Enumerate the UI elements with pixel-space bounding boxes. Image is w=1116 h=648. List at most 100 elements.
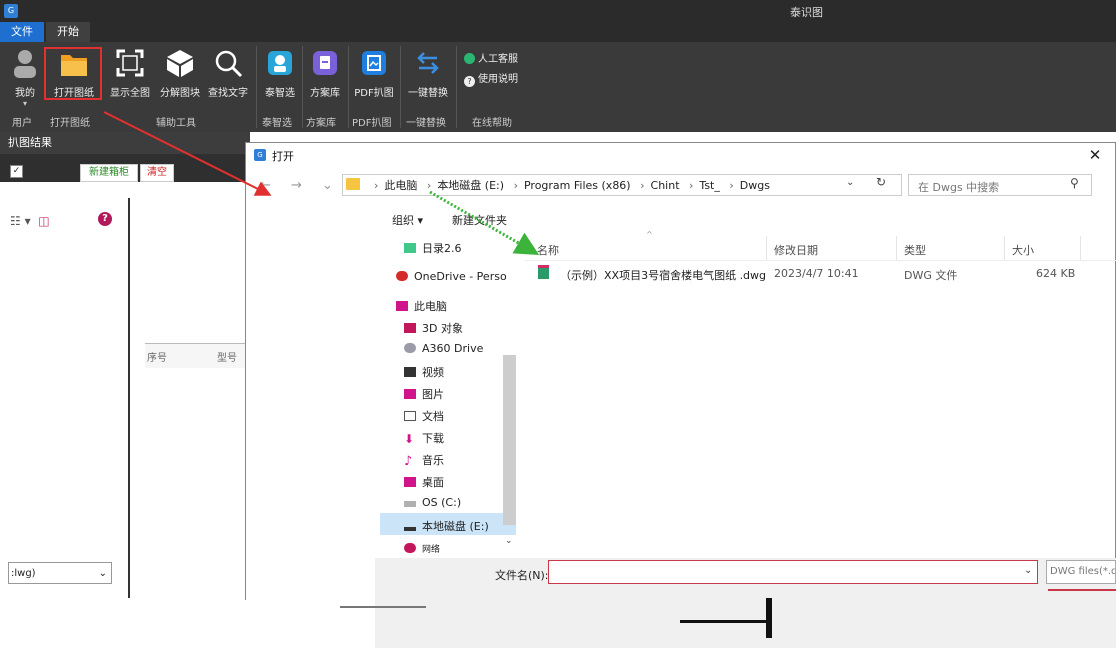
column-header-name[interactable]: 名称 [537,242,559,258]
dwg-file-icon [538,265,549,279]
nav-item-label: 本地磁盘 (E:) [422,520,489,533]
nav-item[interactable]: A360 Drive [404,342,483,355]
human-service-link[interactable]: 人工客服 [464,50,518,65]
nav-item[interactable]: 桌面 [404,474,444,490]
column-divider[interactable] [896,236,897,260]
breadcrumb-item[interactable]: Program Files (x86) [524,179,631,192]
breadcrumb[interactable]: › 此电脑 › 本地磁盘 (E:) › Program Files (x86) › Ch… [370,177,772,193]
nav-item-label: 网络 [422,545,441,555]
assistant-icon [265,48,295,78]
tai-zhixuan-label: 泰智选 [265,88,295,99]
help-icon[interactable]: ? [98,212,112,226]
select-all-checkbox[interactable]: ✓ [10,165,23,178]
nav-item[interactable]: 本地磁盘 (E:) [404,518,489,534]
nav-item[interactable]: 文档 [404,408,444,424]
ribbon-divider [348,46,349,128]
chevron-down-icon[interactable]: ⌄ [1024,565,1032,576]
cube-icon [404,323,416,333]
nav-item[interactable]: ⬇ 下载 [404,430,444,446]
group-label-user: 用户 [12,118,32,129]
nav-item[interactable]: 视频 [404,364,444,380]
group-label-aux-tools: 辅助工具 [156,118,196,129]
panel-layout-icon[interactable]: ◫ [38,214,49,228]
explode-block-button[interactable]: 分解图块 [156,48,204,118]
breadcrumb-item[interactable]: 本地磁盘 (E:) [437,179,504,192]
cube-icon [165,48,195,78]
new-cabinet-button[interactable]: 新建箱柜 [80,164,138,182]
drive-icon [404,527,416,531]
search-icon [213,48,243,78]
column-header-type[interactable]: 类型 [904,242,926,258]
pdf-icon [359,48,389,78]
tai-zhixuan-button[interactable]: 泰智选 [260,48,300,118]
nav-item-label: A360 Drive [422,342,484,355]
clear-button[interactable]: 清空 [140,164,174,182]
nav-item[interactable]: OS (C:) [404,496,461,509]
nav-item-label: 图片 [422,388,444,401]
user-guide-link[interactable]: ? 使用说明 [464,70,518,87]
my-button[interactable]: 我的 ▾ [8,48,42,118]
chevron-down-icon[interactable]: ⌄ [846,177,854,188]
nav-item-label: 视频 [422,366,444,379]
group-label-pdf-extract: PDF扒图 [352,118,392,129]
group-label-online-help: 在线帮助 [472,118,512,129]
group-label-one-key-replace: 一键替换 [406,118,446,129]
nav-item[interactable]: 网络 [404,542,440,556]
column-divider[interactable] [1080,236,1081,260]
new-folder-button[interactable]: 新建文件夹 [452,212,507,228]
column-header-size[interactable]: 大小 [1012,242,1034,258]
file-name[interactable]: （示例）XX项目3号宿舍楼电气图纸 .dwg [560,267,766,283]
pdf-extract-button[interactable]: PDF扒图 [350,48,398,118]
scheme-lib-button[interactable]: 方案库 [304,48,346,118]
nav-item[interactable]: 图片 [404,386,444,402]
nav-item-label: OS (C:) [422,496,462,509]
search-icon[interactable]: ⚲ [1070,176,1079,190]
filename-input[interactable] [548,560,1038,584]
find-text-button[interactable]: 查找文字 [204,48,252,118]
desktop-icon [404,477,416,487]
my-label: 我的 [15,88,35,99]
refresh-icon[interactable]: ↻ [876,175,886,189]
one-key-replace-button[interactable]: 一键替换 [404,48,452,118]
drive-icon [404,501,416,507]
column-divider[interactable] [1004,236,1005,260]
nav-item[interactable]: 日录2.6 [404,240,462,256]
chevron-down-icon: ⌄ [98,568,107,579]
column-header-date[interactable]: 修改日期 [774,242,818,258]
breadcrumb-item[interactable]: Dwgs [740,179,770,192]
nav-item-label: 音乐 [422,454,444,467]
computer-icon [396,301,408,311]
show-all-button[interactable]: 显示全图 [106,48,154,118]
cloud-icon [396,271,408,281]
file-type-select[interactable]: :lwg) ⌄ [8,562,112,584]
download-icon: ⬇ [404,432,415,446]
picture-icon [404,389,416,399]
open-button-edge[interactable] [1048,589,1116,599]
open-drawing-highlight [44,47,102,100]
organize-button[interactable]: 组织 ▾ [392,212,423,228]
help-icon: ? [464,76,475,87]
close-icon[interactable]: ✕ [1082,144,1108,166]
breadcrumb-item[interactable]: Tst_ [699,179,719,192]
nav-scrollbar[interactable] [503,355,516,525]
nav-item[interactable]: ♪ 音乐 [404,452,444,468]
nav-item[interactable]: OneDrive - Perso [396,270,507,283]
nav-item-label: 下载 [422,432,444,445]
document-icon [404,411,416,421]
file-date: 2023/4/7 10:41 [774,267,859,280]
file-type: DWG 文件 [904,269,958,282]
chevron-down-icon[interactable]: ⌄ [505,536,513,546]
view-list-icon[interactable]: ☷ ▾ ◫ [10,214,50,228]
nav-item[interactable]: 此电脑 [396,298,447,314]
column-divider[interactable] [766,236,767,260]
breadcrumb-item[interactable]: 此电脑 [384,179,417,192]
tab-file[interactable]: 文件 [0,22,44,42]
tab-start[interactable]: 开始 [46,22,90,42]
search-placeholder: 在 Dwgs 中搜索 [918,181,1000,194]
nav-item-label: 3D 对象 [422,322,463,335]
file-type-value: :lwg) [11,568,36,579]
nav-item[interactable]: 3D 对象 [404,320,463,336]
explode-block-label: 分解图块 [160,88,200,99]
filetype-select[interactable]: DWG files(*.dwg) [1046,560,1116,584]
breadcrumb-item[interactable]: Chint [651,179,680,192]
